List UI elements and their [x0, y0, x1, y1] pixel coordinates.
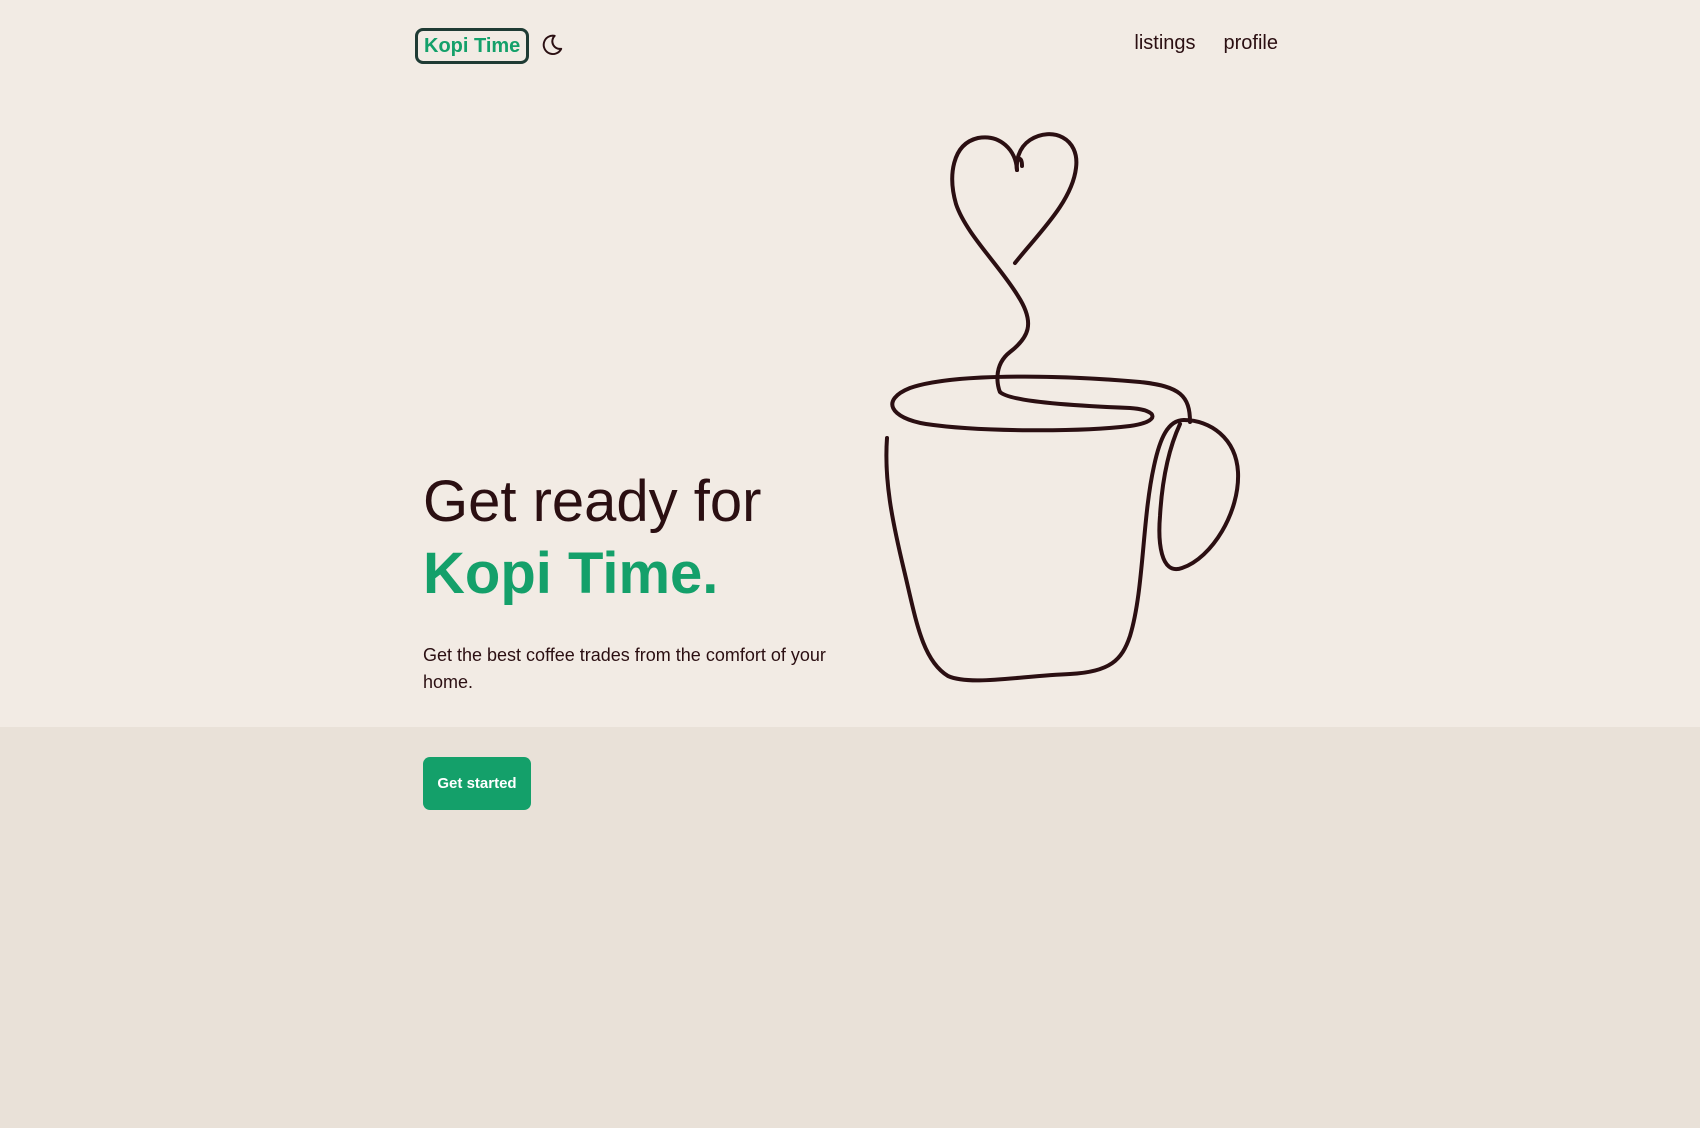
main-nav: listings profile: [1134, 32, 1278, 55]
coffee-cup-heart-steam-illustration: [860, 120, 1260, 700]
hero-background: [0, 0, 1700, 727]
logo[interactable]: Kopi Time: [415, 28, 530, 64]
nav-link-listings[interactable]: listings: [1134, 32, 1195, 55]
hero-title-line1: Get ready for: [423, 469, 762, 534]
hero-title-brand: Kopi Time.: [423, 541, 719, 606]
nav-link-profile[interactable]: profile: [1224, 32, 1278, 55]
hero-subtitle: Get the best coffee trades from the comf…: [423, 645, 826, 692]
moon-icon[interactable]: [539, 32, 565, 58]
site-header: Kopi Time listings profile: [415, 28, 1278, 64]
get-started-button[interactable]: Get started: [423, 757, 531, 810]
hero-title: Get ready for Kopi Time.: [423, 466, 761, 610]
